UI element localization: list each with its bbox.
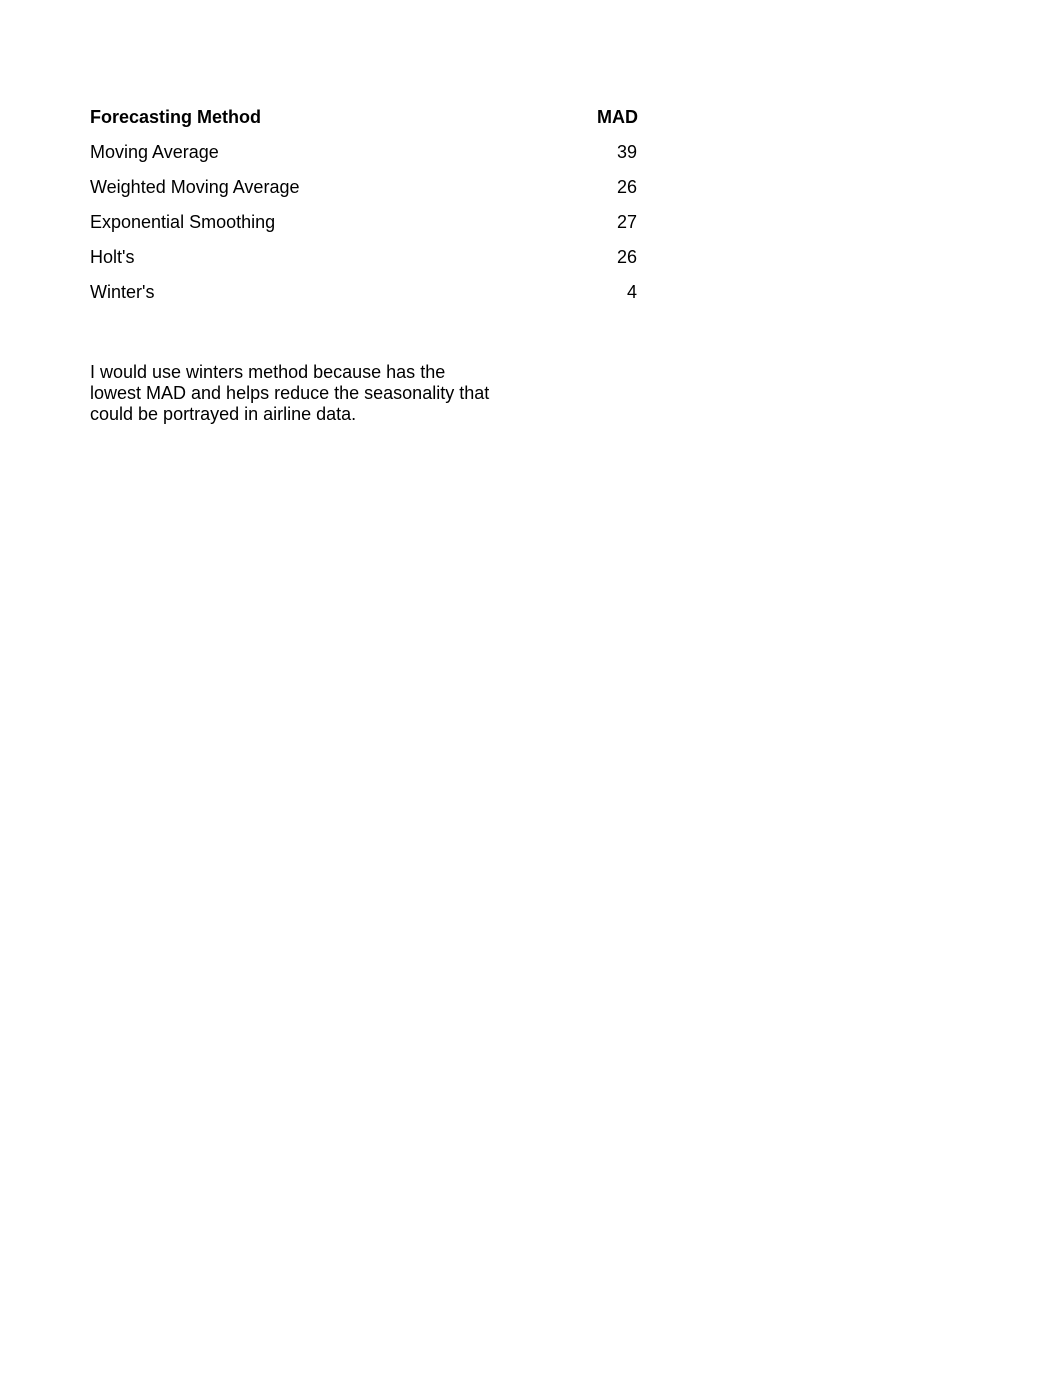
cell-mad-exponential-smoothing: 27 xyxy=(616,212,637,232)
forecasting-mad-table: Forecasting Method MAD Moving Average 39… xyxy=(90,100,638,310)
cell-mad-winters: 4 xyxy=(626,282,637,302)
cell-method-exponential-smoothing: Exponential Smoothing xyxy=(90,212,276,232)
explanation-paragraph: I would use winters method because has t… xyxy=(90,362,490,424)
cell-method-weighted-moving-average: Weighted Moving Average xyxy=(90,177,300,197)
table-header-row: Forecasting Method MAD xyxy=(90,100,638,135)
cell-mad-moving-average: 39 xyxy=(616,142,637,162)
table-row: Weighted Moving Average 26 xyxy=(90,170,638,205)
cell-mad-weighted-moving-average: 26 xyxy=(616,177,637,197)
cell-method-winters: Winter's xyxy=(90,282,155,302)
table-row: Winter's 4 xyxy=(90,275,638,310)
table-row: Exponential Smoothing 27 xyxy=(90,205,638,240)
column-header-forecasting-method: Forecasting Method xyxy=(90,107,262,127)
document-page: Forecasting Method MAD Moving Average 39… xyxy=(0,0,1062,1376)
column-header-mad: MAD xyxy=(597,107,638,127)
cell-method-moving-average: Moving Average xyxy=(90,142,219,162)
table-row: Moving Average 39 xyxy=(90,135,638,170)
table-header: Forecasting Method MAD xyxy=(90,100,638,135)
cell-mad-holts: 26 xyxy=(616,247,637,267)
cell-method-holts: Holt's xyxy=(90,247,135,267)
table-body: Moving Average 39 Weighted Moving Averag… xyxy=(90,135,638,310)
table-row: Holt's 26 xyxy=(90,240,638,275)
